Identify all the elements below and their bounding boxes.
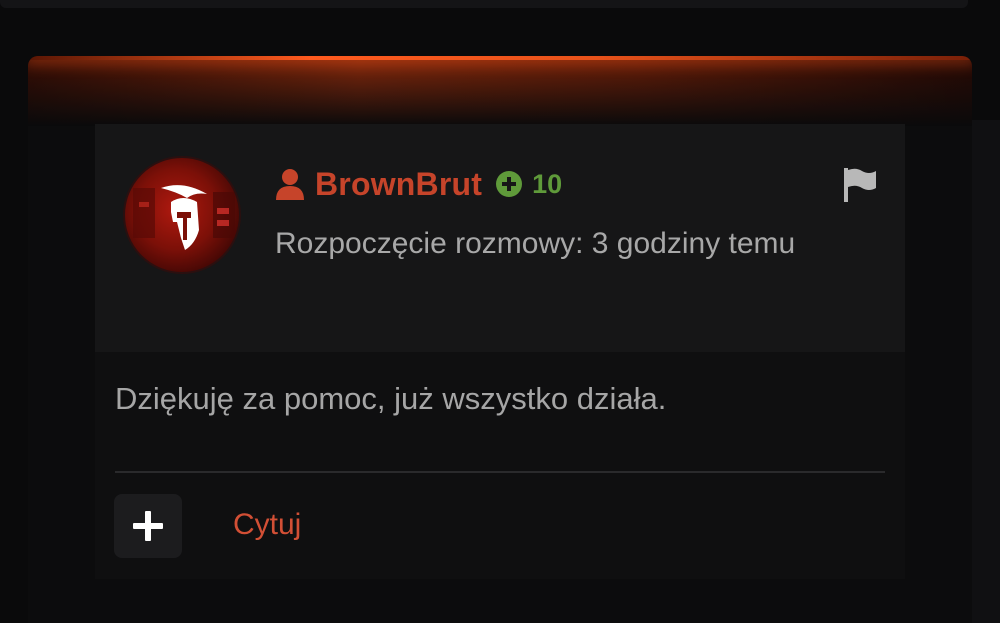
spartan-helmet-icon <box>133 185 235 250</box>
react-button[interactable] <box>114 494 182 558</box>
flag-icon[interactable] <box>842 166 878 202</box>
user-icon <box>276 169 304 200</box>
top-bar-edge <box>0 0 968 8</box>
author-name[interactable]: BrownBrut <box>315 166 482 203</box>
author-row: BrownBrut 10 <box>275 164 562 204</box>
reputation-count: 10 <box>532 168 563 199</box>
page: BrownBrut 10 Rozpoczęcie rozmowy: 3 godz… <box>0 0 1000 623</box>
quote-button[interactable]: Cytuj <box>233 504 301 546</box>
panel-glow-line <box>28 56 972 60</box>
post-card: BrownBrut 10 Rozpoczęcie rozmowy: 3 godz… <box>95 124 905 579</box>
post-meta: Rozpoczęcie rozmowy: 3 godziny temu <box>275 227 796 260</box>
post-message: Dziękuję za pomoc, już wszystko działa. <box>115 381 667 416</box>
panel-glow <box>28 56 972 126</box>
avatar[interactable] <box>123 156 241 274</box>
plus-icon <box>133 511 163 541</box>
post-header: BrownBrut 10 Rozpoczęcie rozmowy: 3 godz… <box>95 124 905 352</box>
plus-circle-icon <box>496 171 523 197</box>
right-rail <box>972 120 1000 623</box>
divider <box>115 471 885 473</box>
